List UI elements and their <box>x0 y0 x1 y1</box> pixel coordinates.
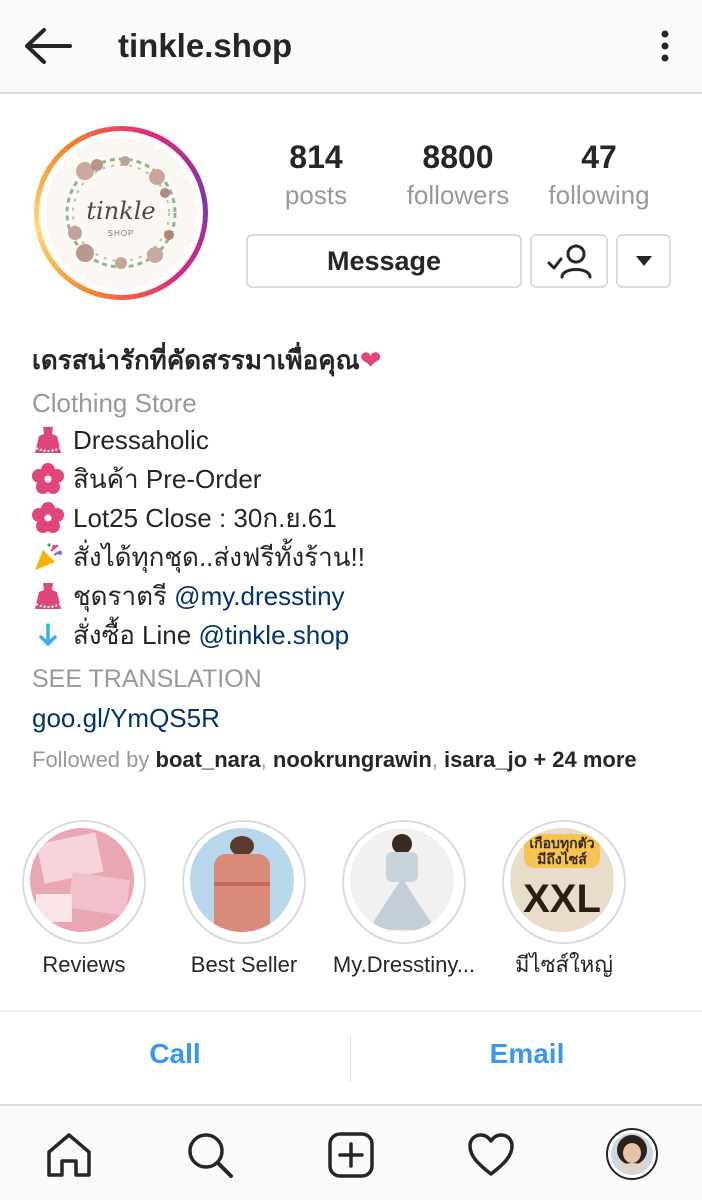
bio-line: Lot25 Close : 30ก.ย.61 <box>32 500 337 536</box>
activity-heart-icon[interactable] <box>466 1130 516 1180</box>
profile-avatar[interactable]: tinkle SHOP <box>34 126 208 300</box>
followed-by-more[interactable]: + 24 more <box>533 747 636 772</box>
bio-line: สินค้า Pre-Order <box>32 461 261 497</box>
see-translation-link[interactable]: SEE TRANSLATION <box>32 661 262 697</box>
heart-icon: ❤ <box>359 345 382 375</box>
profile-tab-avatar[interactable] <box>606 1128 658 1180</box>
suggestions-dropdown-button[interactable] <box>616 234 671 288</box>
following-count[interactable]: 47 following <box>540 136 658 212</box>
contact-divider <box>350 1036 351 1082</box>
highlight-cover <box>30 828 134 932</box>
page-title: tinkle.shop <box>118 27 293 64</box>
posts-count[interactable]: 814 posts <box>270 136 362 212</box>
home-icon[interactable] <box>44 1130 94 1180</box>
followed-by-prefix: Followed by <box>32 747 156 772</box>
followed-by[interactable]: Followed by boat_nara, nookrungrawin, is… <box>32 742 637 778</box>
party-popper-icon <box>35 543 62 570</box>
caret-down-icon <box>635 256 652 266</box>
highlight-overlay-text: XXL <box>523 877 601 921</box>
more-options-icon[interactable] <box>650 26 680 66</box>
follower-name[interactable]: nookrungrawin <box>273 747 432 772</box>
bio-line: สั่งได้ทุกชุด..ส่งฟรีทั้งร้าน!! <box>32 539 365 575</box>
call-button[interactable]: Call <box>75 1038 275 1070</box>
bio-text: Dressaholic <box>73 425 209 455</box>
flower-icon <box>32 502 64 533</box>
stat-value: 814 <box>289 139 343 175</box>
email-button[interactable]: Email <box>427 1038 627 1070</box>
highlight-overlay-text: มีถึงไซส์ <box>537 851 587 867</box>
bio-line: ชุดราตรี @my.dresstiny <box>32 578 345 614</box>
highlight-label: Reviews <box>42 952 126 977</box>
user-check-icon <box>547 244 592 279</box>
stat-value: 47 <box>581 139 617 175</box>
contact-bar: Call Email <box>0 1010 702 1106</box>
dress-icon <box>35 427 61 453</box>
brand-logo: tinkle SHOP <box>45 137 197 289</box>
down-arrow-icon <box>39 623 57 646</box>
stat-label: posts <box>284 180 348 210</box>
search-icon[interactable] <box>185 1130 235 1180</box>
flower-icon <box>32 463 64 494</box>
bio-text: ชุดราตรี <box>73 581 175 611</box>
highlight-cover <box>190 828 294 932</box>
stat-value: 8800 <box>422 139 494 175</box>
bottom-nav <box>0 1108 702 1200</box>
bio-text: สั่งซื้อ Line <box>73 620 199 650</box>
brand-subtitle: SHOP <box>107 229 135 238</box>
highlight-label: My.Dresstiny... <box>332 952 476 977</box>
bio-text: Lot25 Close : 30ก.ย.61 <box>73 503 337 533</box>
highlight-cover: เกือบทุกตัว มีถึงไซส์ XXL <box>510 828 614 932</box>
message-button[interactable]: Message <box>246 234 522 288</box>
stat-label: followers <box>406 180 510 210</box>
profile-category: Clothing Store <box>32 388 197 418</box>
bio-text: สั่งได้ทุกชุด..ส่งฟรีทั้งร้าน!! <box>73 542 365 572</box>
highlight-cover <box>350 828 454 932</box>
back-arrow-icon[interactable] <box>22 26 74 66</box>
mention-link[interactable]: @tinkle.shop <box>198 617 349 653</box>
highlight-label: Best Seller <box>190 952 298 977</box>
avatar <box>611 1133 653 1175</box>
stat-label: following <box>548 180 650 210</box>
website-link[interactable]: goo.gl/YmQS5R <box>32 700 220 736</box>
highlight-overlay-text: เกือบทุกตัว <box>529 835 595 851</box>
profile-display-name: เดรสน่ารักที่คัดสรรมาเพื่อคุณ❤ <box>32 345 382 375</box>
top-bar: tinkle.shop <box>0 0 702 94</box>
dress-icon <box>35 583 61 609</box>
follower-name[interactable]: isara_jo <box>444 747 527 772</box>
follower-name[interactable]: boat_nara <box>156 747 261 772</box>
following-toggle-button[interactable] <box>530 234 608 288</box>
highlight-label: มีไซส์ใหญ่ <box>515 952 613 977</box>
bio-line: Dressaholic <box>32 422 209 458</box>
bio-line: สั่งซื้อ Line @tinkle.shop <box>32 617 349 653</box>
new-post-icon[interactable] <box>326 1130 376 1180</box>
mention-link[interactable]: @my.dresstiny <box>174 578 344 614</box>
brand-name: tinkle <box>86 197 156 225</box>
bio-text: สินค้า Pre-Order <box>73 464 262 494</box>
followers-count[interactable]: 8800 followers <box>398 136 518 212</box>
